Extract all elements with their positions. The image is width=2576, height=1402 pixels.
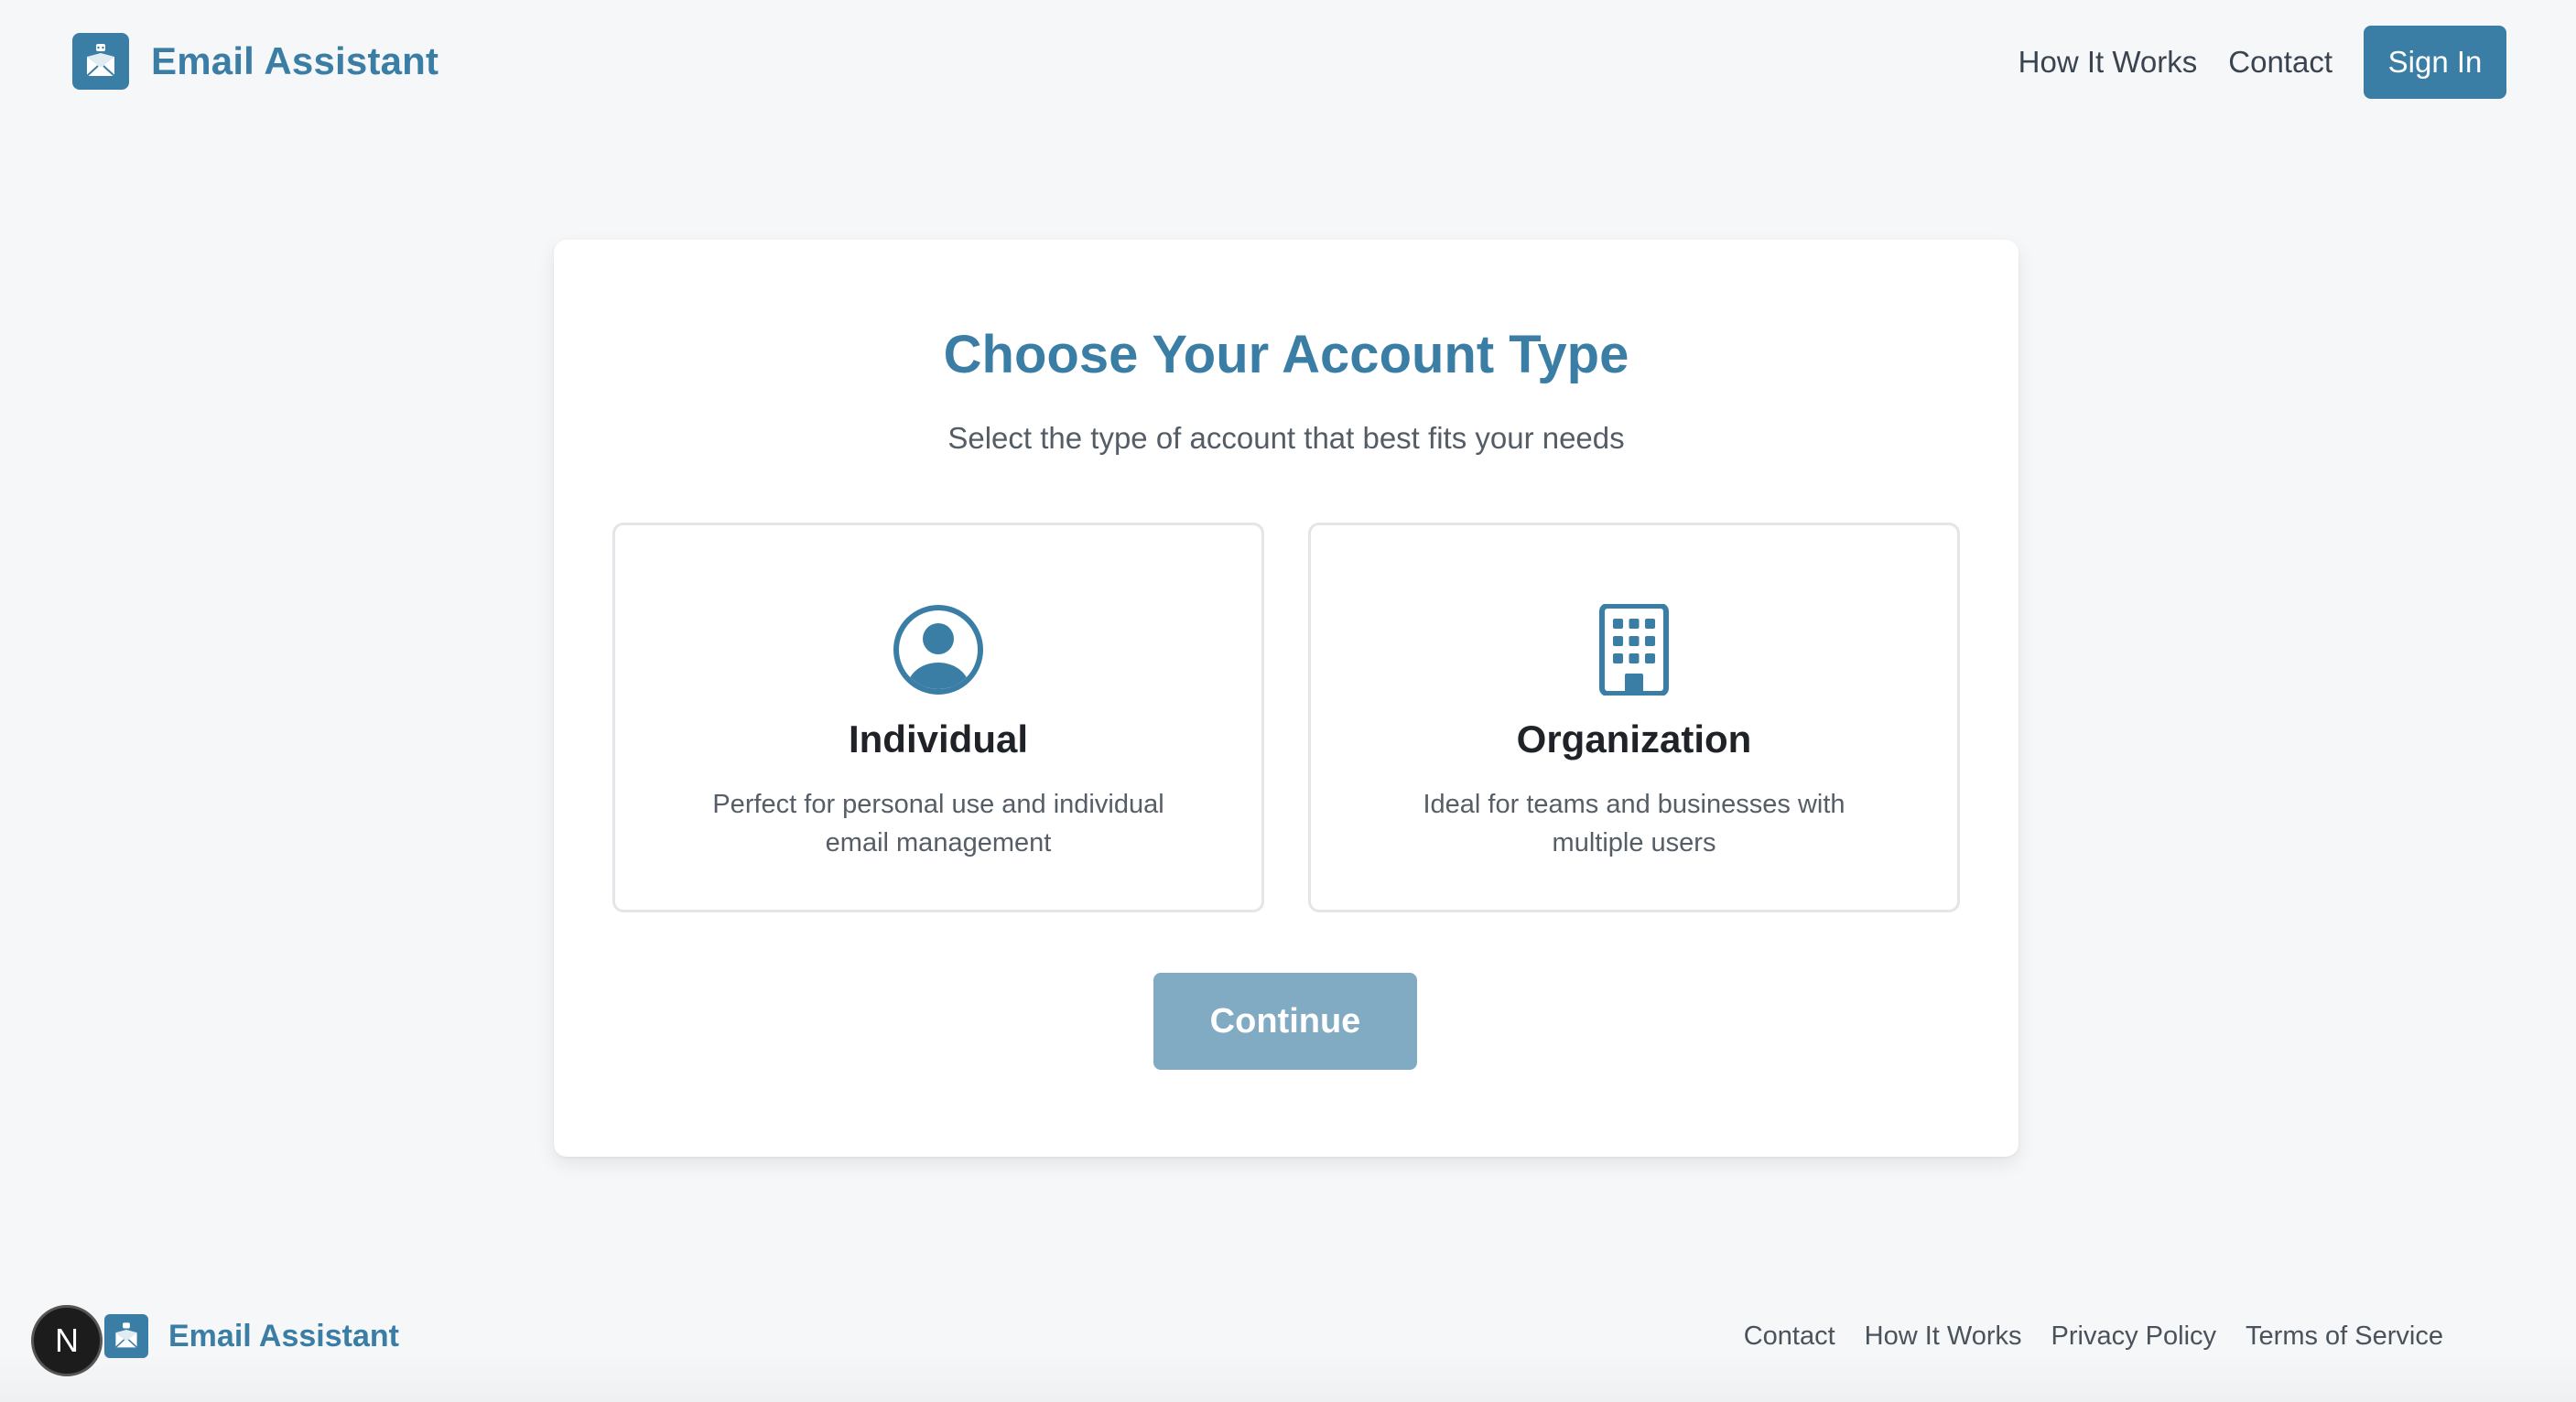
top-nav: How It Works Contact Sign In [2019, 26, 2506, 99]
continue-button[interactable]: Continue [1153, 973, 1417, 1070]
organization-option[interactable]: Organization Ideal for teams and busines… [1308, 523, 1960, 912]
page-subtitle: Select the type of account that best fit… [947, 421, 1625, 455]
brand-name: Email Assistant [151, 39, 439, 82]
brand[interactable]: Email Assistant [72, 33, 438, 90]
top-header: Email Assistant How It Works Contact Sig… [0, 0, 2576, 124]
organization-description: Ideal for teams and businesses with mult… [1423, 790, 1845, 857]
sign-in-button[interactable]: Sign In [2364, 26, 2506, 99]
footer-link-privacy-policy[interactable]: Privacy Policy [2051, 1321, 2217, 1352]
individual-title: Individual [848, 717, 1028, 760]
page-title: Choose Your Account Type [943, 325, 1629, 384]
organization-title: Organization [1516, 717, 1752, 760]
footer-link-how-it-works[interactable]: How It Works [1865, 1321, 2022, 1352]
dev-badge-icon[interactable]: N [31, 1305, 103, 1376]
footer-links: Contact How It Works Privacy Policy Term… [1715, 1321, 2443, 1352]
account-type-card: Choose Your Account Type Select the type… [554, 240, 2019, 1157]
footer: N Email Assistant Contact How It Works P… [0, 1285, 2576, 1402]
footer-brand[interactable]: Email Assistant [104, 1314, 399, 1358]
robot-mail-icon [72, 33, 129, 90]
footer-brand-name: Email Assistant [168, 1318, 399, 1353]
individual-description: Perfect for personal use and individual … [712, 790, 1164, 857]
footer-link-contact[interactable]: Contact [1744, 1321, 1835, 1352]
nav-how-it-works[interactable]: How It Works [2019, 45, 2198, 80]
user-circle-icon [893, 604, 984, 696]
footer-link-terms-of-service[interactable]: Terms of Service [2246, 1321, 2443, 1352]
robot-mail-icon [104, 1314, 148, 1358]
individual-option[interactable]: Individual Perfect for personal use and … [612, 523, 1264, 912]
building-icon [1588, 603, 1680, 696]
nav-contact[interactable]: Contact [2228, 45, 2332, 80]
